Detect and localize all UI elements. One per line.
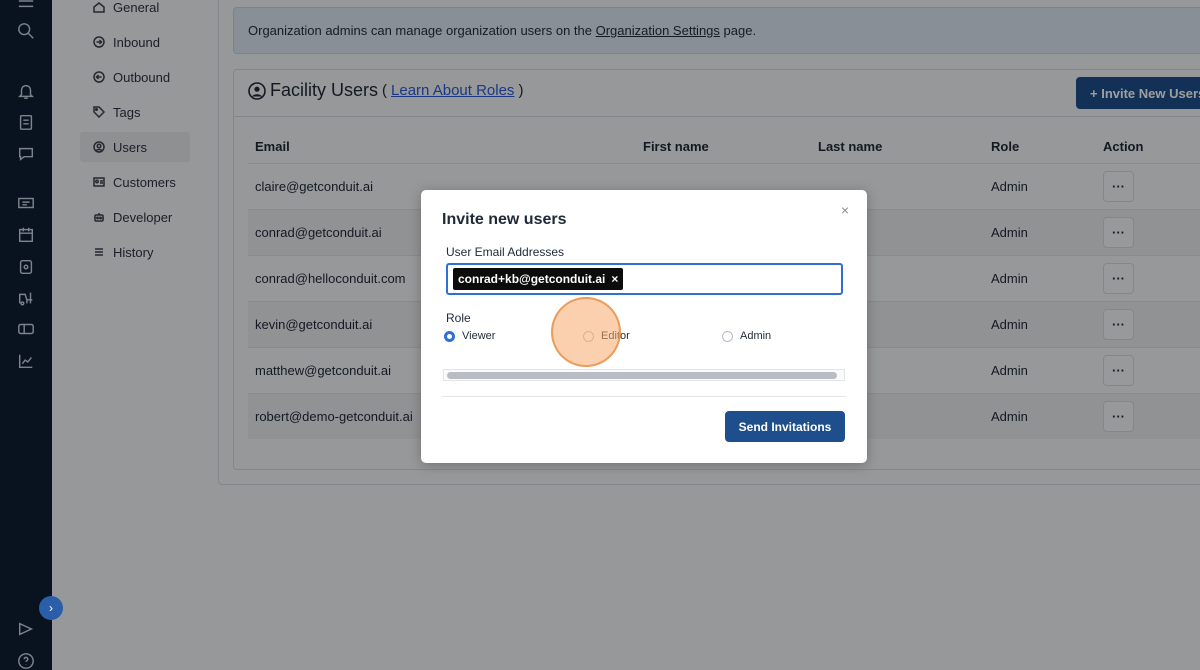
expand-sidebar-button[interactable]: ›: [39, 596, 63, 620]
role-radio-viewer[interactable]: Viewer: [444, 330, 495, 342]
invite-users-modal: Invite new users × User Email Addresses …: [421, 190, 867, 463]
close-icon[interactable]: ×: [838, 202, 852, 218]
divider: [442, 396, 846, 397]
radio-checked-icon: [444, 330, 455, 342]
click-indicator: [551, 297, 621, 367]
role-radio-admin[interactable]: Admin: [722, 330, 771, 342]
remove-chip-icon[interactable]: ×: [611, 272, 618, 286]
scrollbar-thumb[interactable]: [447, 372, 837, 379]
send-invitations-button[interactable]: Send Invitations: [725, 411, 845, 442]
email-chip-label: conrad+kb@getconduit.ai: [458, 272, 606, 286]
horizontal-scrollbar[interactable]: [443, 369, 845, 381]
radio-label: Admin: [740, 330, 772, 342]
radio-unchecked-icon: [722, 330, 733, 342]
modal-title: Invite new users: [442, 211, 567, 228]
email-field-label: User Email Addresses: [446, 245, 565, 259]
role-label: Role: [446, 311, 471, 325]
email-chip: conrad+kb@getconduit.ai ×: [453, 268, 624, 290]
email-addresses-input[interactable]: conrad+kb@getconduit.ai ×: [446, 263, 843, 295]
radio-label: Viewer: [462, 330, 496, 342]
